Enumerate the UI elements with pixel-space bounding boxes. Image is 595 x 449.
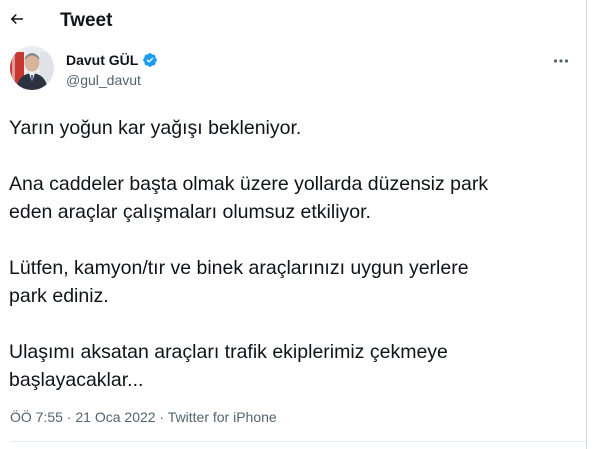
tweet-text: Yarın yoğun kar yağışı bekleniyor. Ana c… xyxy=(9,114,579,422)
column-border xyxy=(586,0,587,449)
page-title: Tweet xyxy=(60,10,113,31)
meta-separator: · xyxy=(62,409,76,425)
meta-separator: · xyxy=(155,409,168,425)
tweet-time[interactable]: ÖÖ 7:55 xyxy=(10,409,63,425)
tweet-paragraph: Ana caddeler başta olmak üzere yollarda … xyxy=(9,173,489,223)
avatar[interactable] xyxy=(10,46,54,90)
tweet-date[interactable]: 21 Oca 2022 xyxy=(75,409,155,425)
divider xyxy=(10,441,586,442)
arrow-left-icon xyxy=(10,13,23,25)
tweet-page: Tweet Davut GÜL @gul_davut Yarın yoğun k… xyxy=(0,0,595,449)
author-name-row: Davut GÜL xyxy=(66,52,158,68)
tweet-paragraph: Ulaşımı aksatan araçları trafik ekipleri… xyxy=(9,341,448,391)
tweet-paragraph: Lütfen, kamyon/tır ve binek araçlarınızı… xyxy=(9,257,469,307)
author-display-name[interactable]: Davut GÜL xyxy=(66,52,138,68)
tweet-source[interactable]: Twitter for iPhone xyxy=(168,409,277,425)
back-button[interactable] xyxy=(6,8,28,30)
more-options-button[interactable] xyxy=(548,52,574,70)
author-handle[interactable]: @gul_davut xyxy=(66,72,141,88)
page-header: Tweet xyxy=(0,0,586,40)
more-horizontal-icon xyxy=(553,59,569,63)
tweet-paragraph: Yarın yoğun kar yağışı bekleniyor. xyxy=(9,117,302,139)
verified-badge-icon xyxy=(142,52,158,68)
tweet-metadata: ÖÖ 7:55 · 21 Oca 2022 · Twitter for iPho… xyxy=(10,409,277,425)
